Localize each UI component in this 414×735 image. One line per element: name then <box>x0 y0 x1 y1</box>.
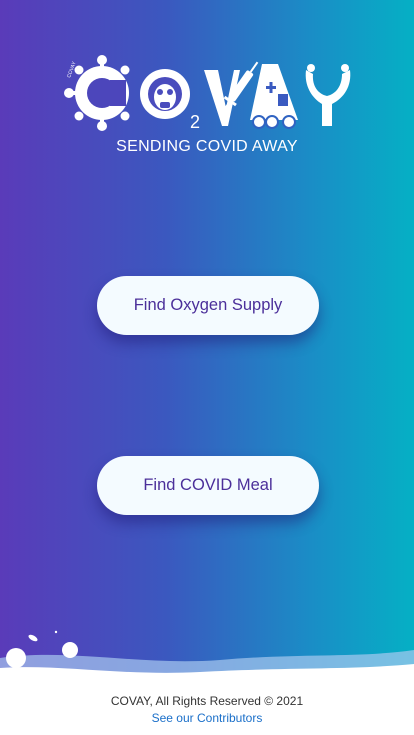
tagline: SENDING COVID AWAY <box>116 138 298 155</box>
brand-logo: COVAY 2 <box>0 50 414 140</box>
virus-icon: COVAY <box>64 55 130 131</box>
contributors-link[interactable]: See our Contributors <box>152 710 263 727</box>
hands-icon <box>305 64 351 126</box>
copyright-text: COVAY, All Rights Reserved © 2021 <box>110 694 304 708</box>
ambulance-robot-icon <box>250 64 298 129</box>
find-covid-meal-button[interactable]: Find COVID Meal <box>97 456 319 515</box>
find-oxygen-supply-button[interactable]: Find Oxygen Supply <box>97 276 319 335</box>
o2-subscript: 2 <box>190 112 200 132</box>
footer: COVAY, All Rights Reserved © 2021 See ou… <box>0 692 414 727</box>
gas-mask-icon <box>140 69 190 119</box>
